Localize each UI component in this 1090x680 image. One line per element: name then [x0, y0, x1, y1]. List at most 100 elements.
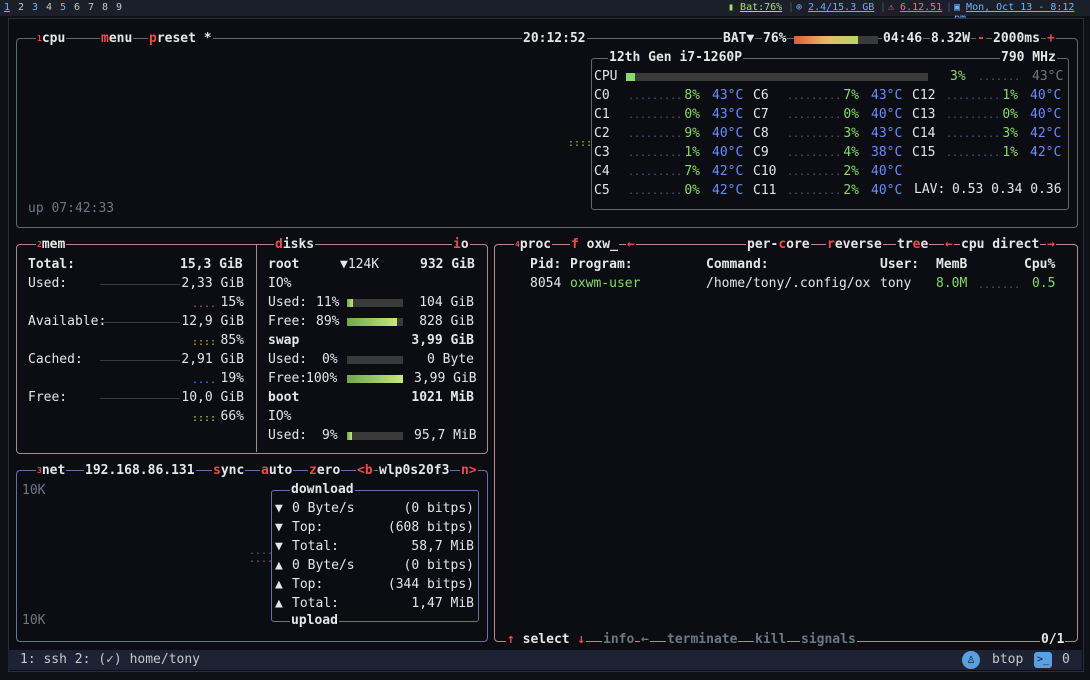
mem-title[interactable]: 2mem	[36, 238, 67, 252]
cpu-core-percent: 0%	[684, 107, 700, 122]
net-zero-toggle[interactable]: zero	[308, 464, 342, 478]
cpu-core-name: C0	[594, 88, 610, 103]
net-row-label: Total:	[292, 539, 339, 554]
net-title[interactable]: 3net	[36, 464, 67, 478]
proc-footer-info[interactable]: info	[602, 633, 636, 647]
disk-root-free-val: 828 GiB	[419, 314, 474, 329]
workspace-1[interactable]: 1	[4, 2, 10, 13]
cpu-core-temp: 40°C	[712, 126, 744, 141]
col-program[interactable]: Program:	[570, 256, 633, 274]
cpu-total-temp: 43°C	[1032, 69, 1064, 84]
person-icon: ♙	[962, 651, 980, 669]
net-row-value: (0 bitps)	[403, 501, 474, 516]
menu-button[interactable]: menu	[100, 32, 134, 46]
cpu-total-label: CPU	[594, 69, 618, 84]
proc-count: 0/1	[1040, 632, 1066, 647]
tmux-app-name: btop	[992, 652, 1024, 667]
workspace-4[interactable]: 4	[46, 2, 52, 13]
cpu-core-temp: 40°C	[871, 164, 903, 179]
meter-fill	[347, 299, 354, 307]
workspace-8[interactable]: 8	[102, 2, 108, 13]
sort-field[interactable]: cpu direct	[960, 238, 1041, 252]
workspace-2[interactable]: 2	[18, 2, 24, 13]
disk-swap-used-pct: 0%	[322, 352, 338, 367]
cpu-core-name: C4	[594, 164, 610, 179]
net-row-value: 1,47 MiB	[411, 596, 474, 611]
mem-row-label: Used:	[28, 276, 68, 291]
cpu-core-temp: 43°C	[871, 126, 903, 141]
cpu-core-temp: 40°C	[712, 145, 744, 160]
cpu-title[interactable]: 1cpu	[36, 32, 67, 46]
mem-row-value: 12,9 GiB	[181, 314, 244, 329]
disk-boot-used-meter	[347, 432, 403, 440]
battery-time: 04:46	[882, 31, 924, 46]
interval-increase[interactable]: +	[1046, 32, 1056, 46]
cpu-core-temp: 43°C	[712, 107, 744, 122]
memory-indicator: ⊚ 2.4/15.3 GB	[796, 2, 875, 13]
interval-decrease[interactable]: -	[976, 32, 986, 46]
disk-swap-used-label: Used:	[268, 352, 308, 367]
proc-title[interactable]: 4proc	[514, 238, 553, 252]
upload-title: upload	[290, 613, 339, 628]
workspace-5[interactable]: 5	[60, 2, 66, 13]
disks-title[interactable]: disks	[274, 238, 316, 252]
disk-swap-name: swap	[268, 333, 300, 348]
col-mem[interactable]: MemB	[936, 256, 967, 274]
disk-swap-used-meter	[347, 356, 403, 364]
cpu-core-temp: 43°C	[871, 88, 903, 103]
cpu-core-temp: 38°C	[871, 145, 903, 160]
cpu-core-name: C10	[753, 164, 777, 179]
proc-user: tony	[880, 276, 912, 291]
cpu-core-percent: 1%	[684, 145, 700, 160]
workspace-6[interactable]: 6	[74, 2, 80, 13]
disk-swap-free-pct: 100%	[306, 371, 338, 386]
net-row-arrow: ▼	[275, 520, 283, 535]
cpu-core-percent: 0%	[843, 107, 859, 122]
terminal-icon: >_	[1034, 652, 1052, 668]
col-user[interactable]: User:	[880, 256, 919, 274]
net-next-iface[interactable]: n>	[460, 464, 478, 478]
col-cpu[interactable]: Cpu%	[1024, 256, 1055, 274]
net-row-arrow: ▲	[275, 577, 283, 592]
net-row-label: Top:	[292, 577, 324, 592]
tmux-count: 0	[1062, 652, 1070, 667]
workspace-9[interactable]: 9	[116, 2, 122, 13]
tree-toggle[interactable]: tree	[896, 238, 930, 252]
proc-footer-select[interactable]: ↑ select ↓	[506, 633, 587, 647]
proc-footer-kill[interactable]: kill	[754, 633, 788, 647]
cpu-core-name: C12	[912, 88, 936, 103]
sort-next[interactable]: →	[1046, 238, 1056, 252]
workspace-7[interactable]: 7	[88, 2, 94, 13]
proc-footer-terminate[interactable]: terminate	[666, 633, 739, 647]
col-command[interactable]: Command:	[706, 256, 769, 274]
tmux-windows[interactable]: 1: ssh 2: (✓) home/tony	[20, 652, 200, 667]
workspace-3[interactable]: 3	[32, 2, 38, 13]
disk-root-io-label: IO%	[268, 276, 292, 291]
disk-swap-free-meter	[347, 375, 403, 383]
net-sync-toggle[interactable]: sync	[212, 464, 246, 478]
cpu-total-meter	[626, 73, 928, 81]
net-row-label: 0 Byte/s	[292, 501, 355, 516]
sort-prev[interactable]: ←	[944, 238, 954, 252]
mem-row-graph: ::::	[192, 413, 217, 424]
mem-row-graph: ::::	[192, 337, 217, 348]
mem-total-value: 15,3 GiB	[180, 257, 243, 272]
io-toggle[interactable]: io	[452, 238, 470, 252]
proc-filter-clear[interactable]: ←	[626, 238, 636, 252]
proc-program: oxwm-user	[570, 276, 641, 291]
preset-button[interactable]: preset *	[148, 32, 213, 46]
disk-root-used-val: 104 GiB	[419, 295, 474, 310]
net-scale-top: 10K	[22, 483, 46, 498]
cpu-total-percent: 3%	[950, 69, 966, 84]
disk-swap-size: 3,99 GiB	[411, 333, 474, 348]
proc-footer-enter: ←	[640, 632, 650, 647]
disk-root-free-meter	[347, 318, 403, 326]
proc-footer-signals[interactable]: signals	[800, 633, 857, 647]
reverse-toggle[interactable]: reverse	[826, 238, 883, 252]
net-auto-toggle[interactable]: auto	[260, 464, 294, 478]
net-prev-iface[interactable]: <b	[356, 464, 374, 478]
proc-filter[interactable]: f oxw_	[570, 238, 619, 252]
col-pid[interactable]: Pid:	[530, 256, 561, 274]
cpu-core-percent: 3%	[1002, 126, 1018, 141]
per-core-toggle[interactable]: per-core	[746, 238, 811, 252]
